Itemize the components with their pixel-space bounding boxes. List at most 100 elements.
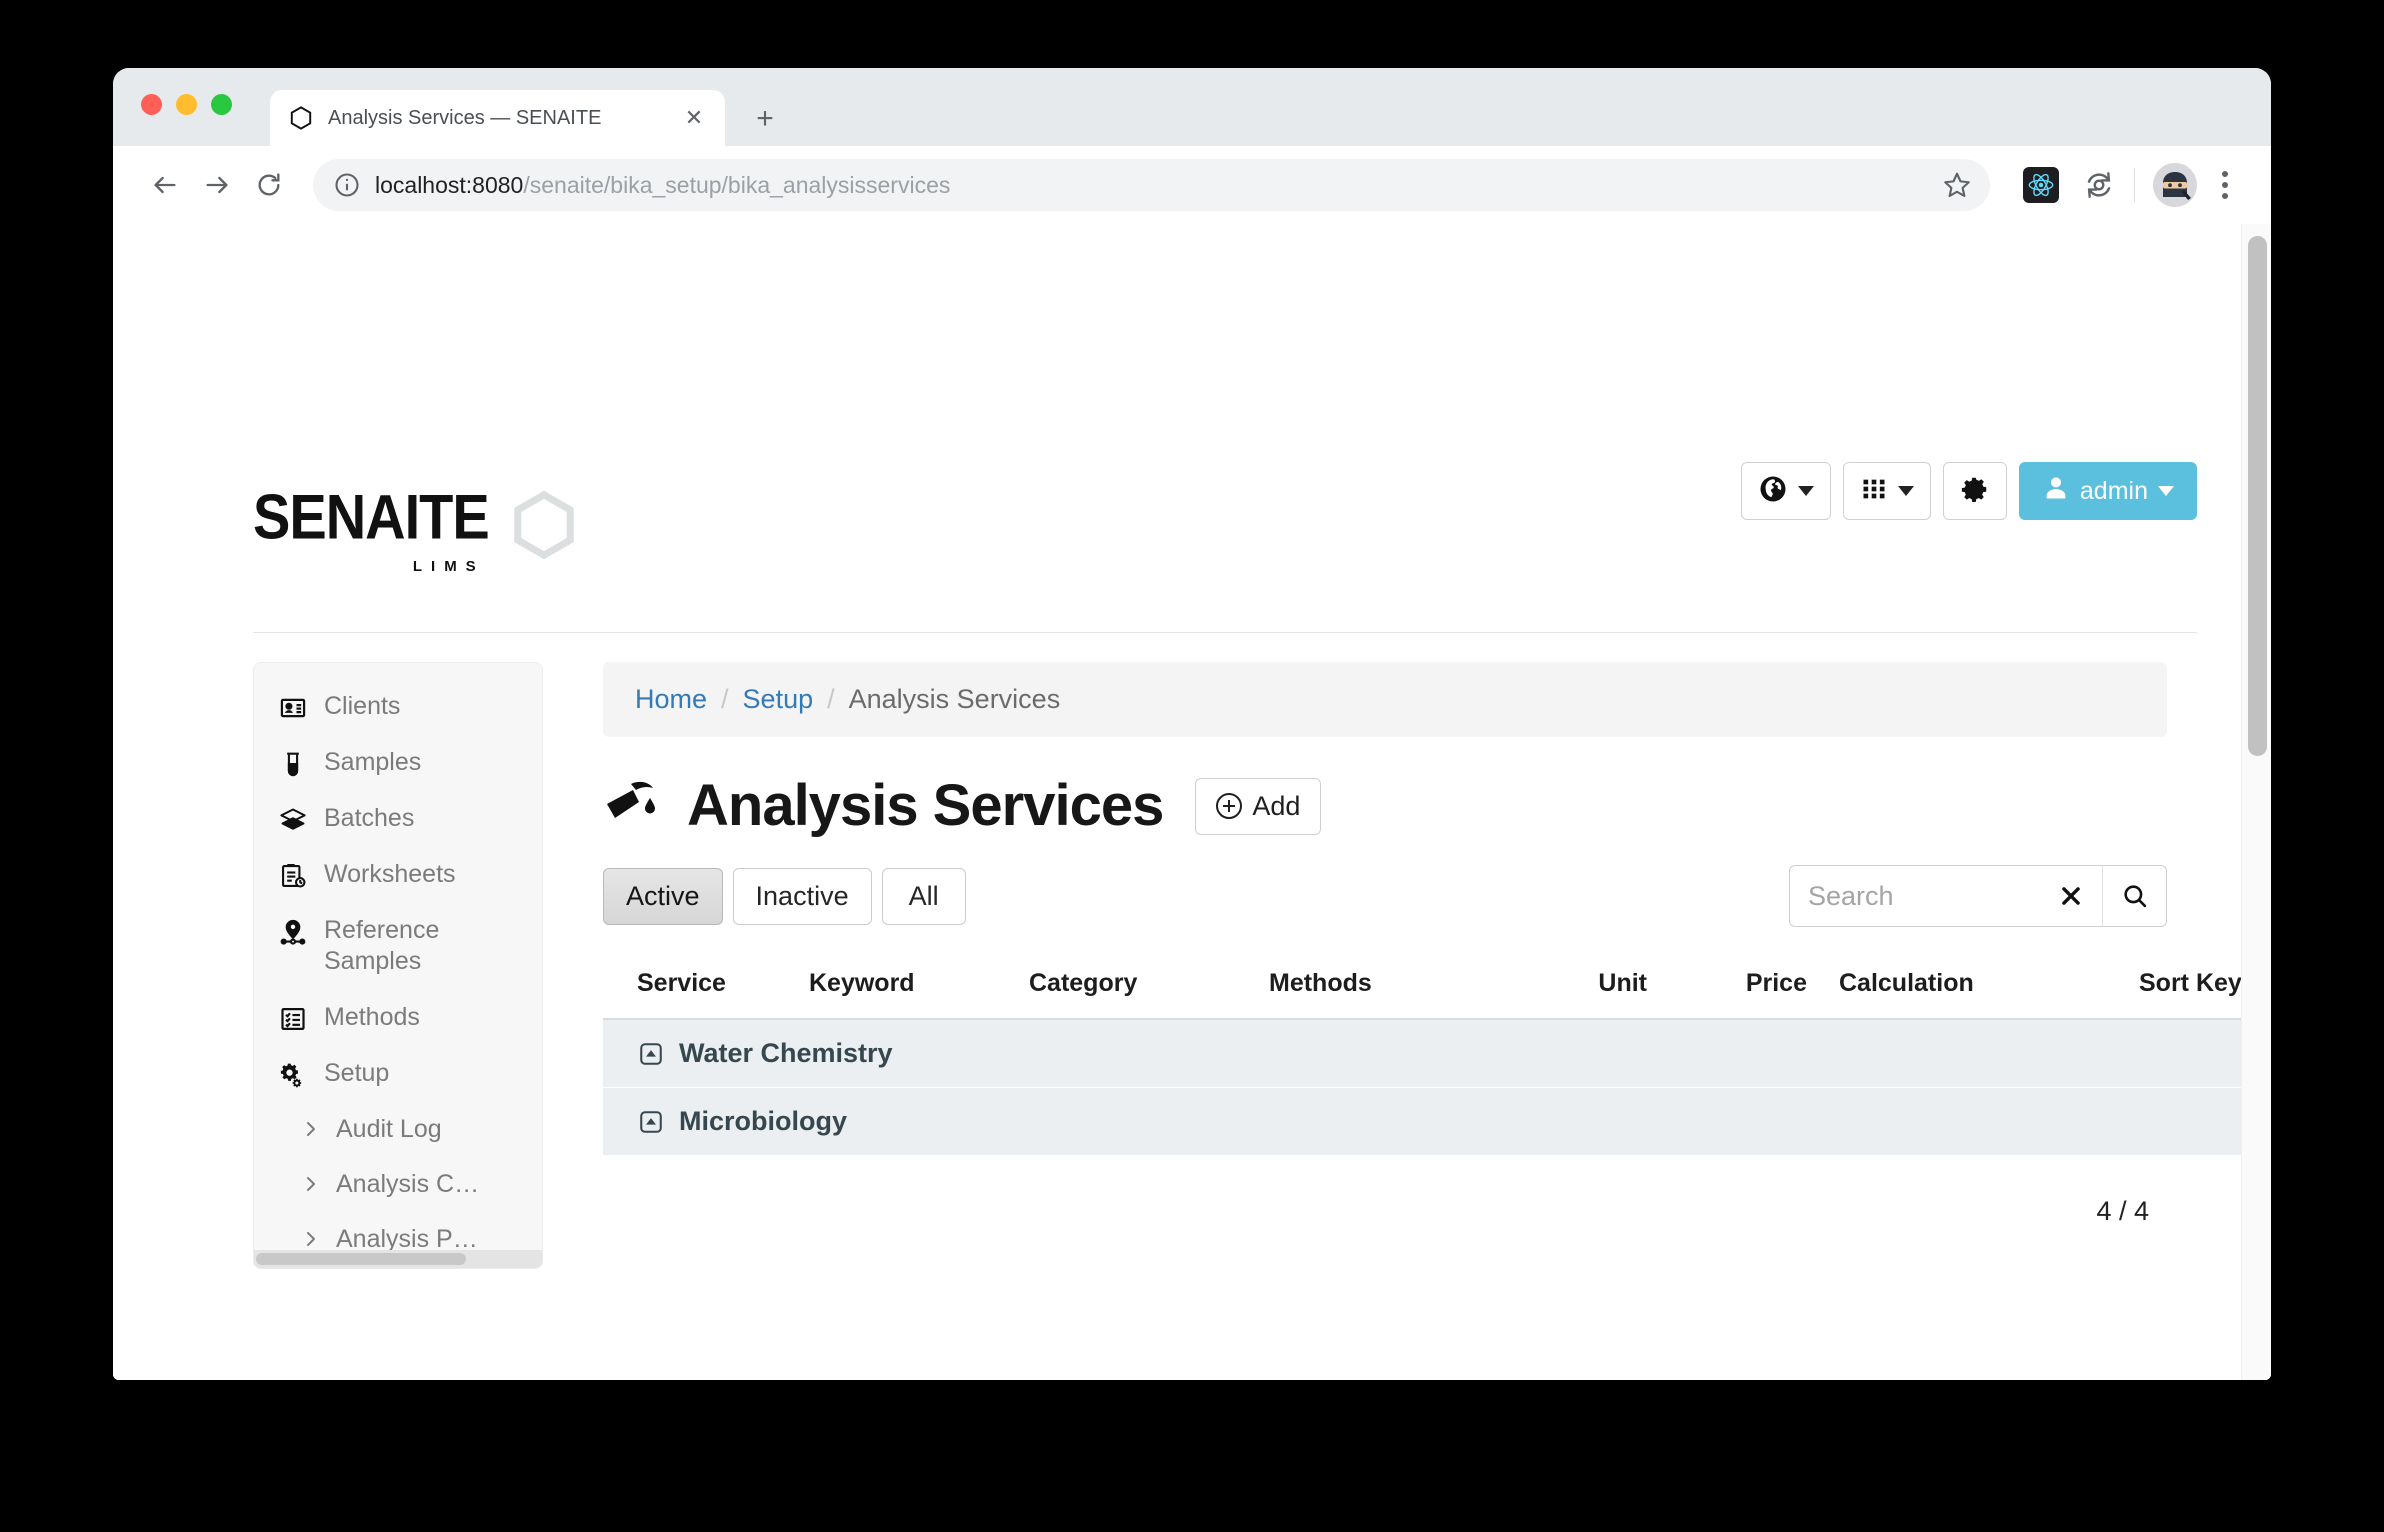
grid-apps-icon — [1860, 475, 1888, 508]
history-sync-icon[interactable] — [2076, 162, 2122, 208]
page-vertical-scrollbar[interactable] — [2241, 224, 2271, 1380]
breadcrumb: Home / Setup / Analysis Services — [603, 662, 2167, 737]
sidebar-item-worksheets[interactable]: Worksheets — [254, 847, 542, 903]
search-submit-button[interactable] — [2103, 865, 2167, 927]
layers-icon — [278, 805, 308, 835]
id-card-icon — [278, 693, 308, 723]
sidebar-item-reference-samples[interactable]: Reference Samples — [254, 903, 542, 990]
column-header-methods[interactable]: Methods — [1263, 957, 1493, 1020]
address-bar[interactable]: localhost:8080/senaite/bika_setup/bika_a… — [313, 159, 1990, 211]
sidebar-subitem-label: Analysis C… — [336, 1169, 480, 1198]
senaite-logo[interactable]: SENAITE LIMS — [253, 481, 581, 575]
browser-tab-strip: Analysis Services — SENAITE ✕ + — [113, 68, 2271, 146]
sidebar-item-label: Samples — [324, 748, 422, 776]
arrow-left-icon[interactable] — [139, 159, 191, 211]
column-header-keyword[interactable]: Keyword — [803, 957, 1023, 1020]
settings-button[interactable] — [1942, 462, 2007, 520]
category-row-label: Microbiology — [679, 1106, 847, 1136]
column-header-unit[interactable]: Unit — [1493, 957, 1653, 1020]
sidebar-item-label: Batches — [324, 804, 415, 832]
close-window-button[interactable] — [141, 94, 162, 115]
apps-menu[interactable] — [1842, 462, 1931, 520]
category-row-cell[interactable]: Water Chemistry — [603, 1019, 2271, 1088]
sidebar-horizontal-scrollbar[interactable] — [254, 1250, 542, 1268]
clipboard-clock-icon — [278, 861, 308, 891]
table-row[interactable]: Microbiology — [603, 1087, 2271, 1156]
sidebar-subitem-analysis-categories[interactable]: Analysis C… — [254, 1157, 542, 1212]
result-count: 4 / 4 — [2096, 1196, 2149, 1226]
status-filter-group: Active Inactive All — [603, 867, 966, 925]
plus-circle-icon — [1216, 793, 1243, 819]
browser-tab[interactable]: Analysis Services — SENAITE ✕ — [270, 90, 725, 146]
ninja-avatar-icon[interactable] — [2153, 163, 2197, 207]
category-row-label: Water Chemistry — [679, 1038, 893, 1068]
breadcrumb-item-current: Analysis Services — [848, 684, 1061, 714]
user-icon — [2042, 474, 2070, 509]
app-body: Clients Samples Batches Worksheets Refer… — [113, 662, 2271, 1380]
minimize-window-button[interactable] — [176, 94, 197, 115]
three-dots-menu-icon[interactable] — [2205, 171, 2245, 199]
gears-icon — [278, 1060, 308, 1090]
reload-icon[interactable] — [243, 159, 295, 211]
address-bar-path: /senaite/bika_setup/bika_analysisservice… — [523, 171, 951, 198]
sidebar-item-methods[interactable]: Methods — [254, 990, 542, 1046]
chevron-down-icon — [1897, 486, 1914, 496]
column-header-service[interactable]: Service — [603, 957, 803, 1020]
browser-window: Analysis Services — SENAITE ✕ + localhos… — [113, 68, 2271, 1380]
address-bar-host: localhost:8080 — [375, 171, 524, 198]
breadcrumb-item-setup[interactable]: Setup — [743, 684, 814, 715]
listing-table-body: Water Chemistry Microbiology — [603, 1019, 2271, 1156]
sidebar-item-list: Clients Samples Batches Worksheets Refer… — [254, 663, 542, 1268]
listing-table-head: Service Keyword Category Methods Unit Pr… — [603, 957, 2271, 1020]
hexagon-icon — [288, 105, 314, 131]
collapse-up-icon[interactable] — [637, 1040, 665, 1068]
arrow-right-icon[interactable] — [191, 159, 243, 211]
sidebar-subitem-audit-log[interactable]: Audit Log — [254, 1102, 542, 1157]
column-header-category[interactable]: Category — [1023, 957, 1263, 1020]
sidebar-item-label: Clients — [324, 692, 401, 720]
sidebar-item-samples[interactable]: Samples — [254, 735, 542, 791]
chevron-down-icon — [1797, 486, 1814, 496]
add-button[interactable]: Add — [1195, 777, 1322, 835]
chevron-right-icon — [302, 1117, 320, 1141]
new-tab-button[interactable]: + — [748, 102, 782, 136]
gear-icon — [1960, 474, 1990, 509]
logo-wordmark: SENAITE — [253, 481, 490, 553]
close-icon[interactable]: ✕ — [681, 105, 707, 131]
breadcrumb-separator: / — [721, 684, 729, 714]
info-circle-icon[interactable] — [333, 171, 361, 199]
filter-tab-all[interactable]: All — [881, 867, 966, 925]
user-menu[interactable]: admin — [2018, 462, 2197, 520]
sidebar-subitem-label: Audit Log — [336, 1114, 442, 1143]
sidebar-item-batches[interactable]: Batches — [254, 791, 542, 847]
address-bar-url: localhost:8080/senaite/bika_setup/bika_a… — [375, 172, 950, 199]
filter-tab-inactive[interactable]: Inactive — [732, 867, 872, 925]
sidebar-item-setup[interactable]: Setup — [254, 1046, 542, 1102]
globe-icon — [1758, 474, 1788, 509]
category-row-cell[interactable]: Microbiology — [603, 1087, 2271, 1156]
scrollbar-thumb[interactable] — [256, 1253, 466, 1265]
breadcrumb-item-home[interactable]: Home — [635, 684, 707, 715]
filter-tab-active[interactable]: Active — [603, 867, 723, 925]
language-selector[interactable] — [1740, 462, 1831, 520]
add-button-label: Add — [1252, 790, 1301, 821]
table-row[interactable]: Water Chemistry — [603, 1019, 2271, 1088]
clear-search-button[interactable] — [2039, 865, 2103, 927]
filter-row: Active Inactive All — [603, 865, 2167, 927]
sidebar-item-clients[interactable]: Clients — [254, 679, 542, 735]
maximize-window-button[interactable] — [211, 94, 232, 115]
logo-subtitle: LIMS — [412, 558, 485, 575]
page-title-row: Analysis Services Add — [603, 777, 2167, 835]
scrollbar-thumb[interactable] — [2248, 236, 2267, 756]
star-icon[interactable] — [1938, 166, 1976, 204]
column-header-calculation[interactable]: Calculation — [1813, 957, 2113, 1020]
sidebar-nav: Clients Samples Batches Worksheets Refer… — [253, 662, 543, 1269]
column-header-price[interactable]: Price — [1653, 957, 1813, 1020]
sidebar-item-label: Reference Samples — [324, 916, 440, 976]
search-input[interactable] — [1789, 865, 2039, 927]
page-title: Analysis Services — [687, 773, 1164, 838]
react-devtools-icon[interactable] — [2018, 162, 2064, 208]
breadcrumb-separator: / — [827, 684, 835, 714]
toolbar-divider — [2134, 168, 2135, 202]
collapse-up-icon[interactable] — [637, 1108, 665, 1136]
